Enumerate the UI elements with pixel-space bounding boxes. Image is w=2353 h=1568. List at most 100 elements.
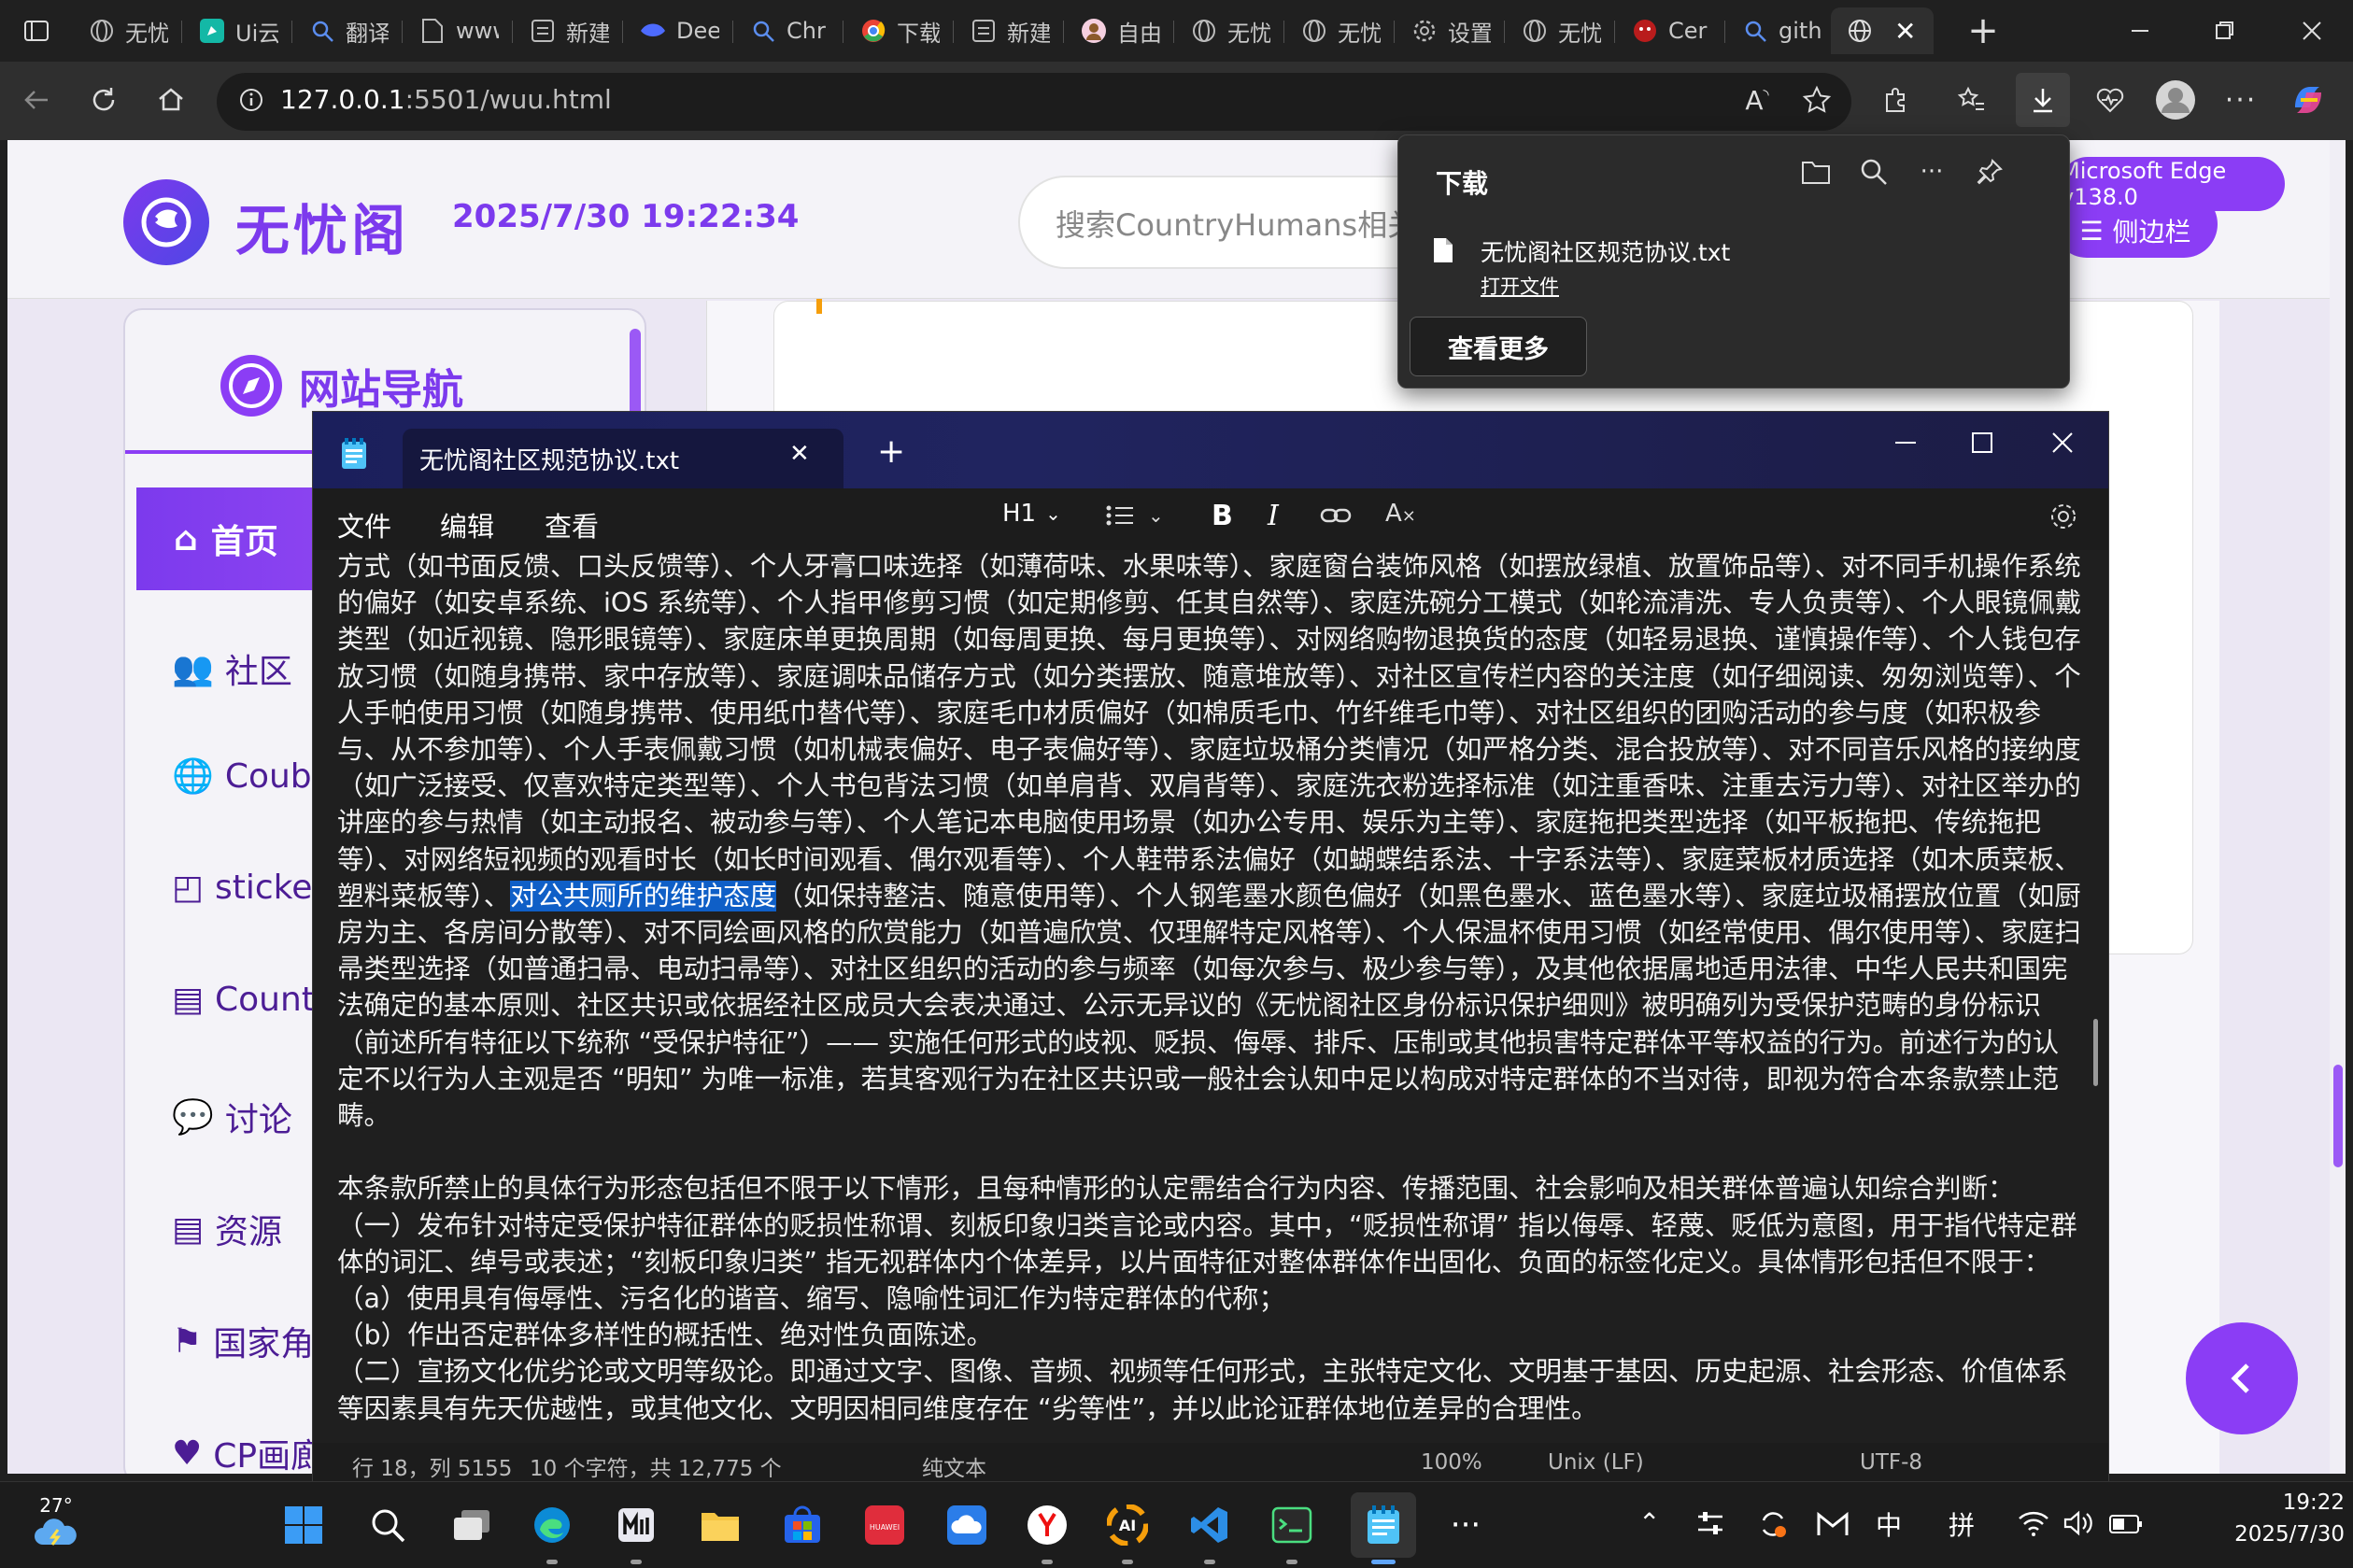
favorite-star-icon[interactable] (1793, 77, 1840, 123)
site-logo[interactable] (123, 179, 209, 265)
store-icon[interactable] (775, 1498, 829, 1552)
close-window-icon[interactable] (2289, 7, 2335, 54)
more-menu-icon[interactable]: ··· (2218, 77, 2264, 123)
zoom-level[interactable]: 100% (1421, 1450, 1482, 1475)
clear-formatting-icon[interactable]: A⨯ (1385, 500, 1416, 528)
browser-tab[interactable]: 新建 (514, 7, 618, 54)
browser-tab[interactable]: 翻译 (293, 7, 398, 54)
volume-icon[interactable] (2062, 1509, 2094, 1537)
favorites-list-icon[interactable] (1949, 77, 1995, 123)
ai-assistant-icon[interactable]: AI (1100, 1498, 1155, 1552)
close-tab-icon[interactable]: ✕ (789, 440, 810, 468)
url-text[interactable]: 127.0.0.1:5501/wuu.html (280, 84, 612, 115)
windows-start-icon[interactable] (276, 1498, 331, 1552)
nav-item-cp-gallery[interactable]: ♥ CP画廊 (172, 1429, 324, 1475)
tray-mail-icon[interactable] (1816, 1507, 1850, 1539)
back-floating-button[interactable] (2186, 1322, 2298, 1434)
show-hidden-icons-icon[interactable]: ⌃ (1638, 1507, 1660, 1538)
cloud-icon[interactable] (940, 1498, 994, 1552)
edge-icon[interactable] (525, 1498, 579, 1552)
line-ending[interactable]: Unix (LF) (1548, 1450, 1644, 1475)
restore-window-icon[interactable] (2201, 7, 2247, 54)
battery-icon[interactable] (2109, 1513, 2143, 1535)
vscode-icon[interactable] (1183, 1498, 1237, 1552)
search-icon[interactable] (1850, 148, 1897, 195)
link-icon[interactable] (1320, 505, 1352, 526)
open-file-link[interactable]: 打开文件 (1481, 272, 1559, 300)
browser-tab[interactable]: 无忧 (1175, 7, 1280, 54)
bold-icon[interactable]: B (1212, 500, 1233, 532)
profile-avatar[interactable] (2152, 77, 2199, 123)
huawei-icon[interactable]: HUAWEI (858, 1498, 912, 1552)
refresh-icon[interactable] (80, 77, 127, 123)
maximize-window-icon[interactable] (1968, 429, 1996, 457)
tray-sliders-icon[interactable] (1694, 1507, 1726, 1539)
open-folder-icon[interactable] (1793, 148, 1839, 195)
file-explorer-icon[interactable] (693, 1498, 747, 1552)
home-icon[interactable] (148, 77, 194, 123)
browser-tab[interactable]: 无忧 (1506, 7, 1610, 54)
browser-tab[interactable]: Ui云 (183, 7, 288, 54)
browser-tab[interactable]: 设置 (1396, 7, 1500, 54)
nav-item-discussion[interactable]: 💬 讨论 (172, 1093, 292, 1141)
task-view-icon[interactable] (445, 1498, 499, 1552)
encoding[interactable]: UTF-8 (1860, 1450, 1922, 1475)
back-arrow-icon[interactable] (13, 77, 60, 123)
nav-item-resources[interactable]: ▤ 资源 (172, 1205, 282, 1253)
browser-tab[interactable]: gith (1726, 7, 1831, 54)
copilot-icon[interactable] (2285, 77, 2332, 123)
browser-tab[interactable]: 无忧 (73, 7, 177, 54)
minimize-window-icon[interactable] (2117, 7, 2163, 54)
heading-dropdown[interactable]: H1 ⌄ (1002, 500, 1061, 528)
mail-icon[interactable] (609, 1498, 663, 1552)
browser-essentials-icon[interactable] (2087, 77, 2133, 123)
minimize-window-icon[interactable] (1892, 429, 1920, 457)
notepad-tab[interactable]: 无忧阁社区规范协议.txt (403, 429, 843, 488)
tray-clock-date[interactable]: 2025/7/30 (2233, 1522, 2345, 1547)
yandex-icon[interactable] (1020, 1498, 1074, 1552)
notepad-text-area[interactable]: 方式（如书面反馈、口头反馈等）、个人牙膏口味选择（如薄荷味、水果味等）、家庭窗台… (337, 548, 2084, 1427)
browser-tab[interactable]: 下载 (844, 7, 949, 54)
search-icon[interactable] (361, 1498, 415, 1552)
browser-tab[interactable]: www (404, 7, 508, 54)
terminal-icon[interactable] (1265, 1498, 1319, 1552)
settings-gear-icon[interactable] (2048, 501, 2078, 531)
close-window-icon[interactable] (2048, 429, 2077, 457)
nav-item-coub[interactable]: 🌐 Coub (172, 756, 312, 797)
browser-tab[interactable]: 新建 (955, 7, 1059, 54)
close-tab-icon[interactable]: ✕ (1894, 16, 1916, 47)
browser-tab-active[interactable]: ✕ (1831, 7, 1934, 54)
nav-item-community[interactable]: 👥 社区 (172, 644, 292, 693)
site-info-icon[interactable] (228, 77, 275, 123)
tray-clock-time[interactable]: 19:22 (2251, 1490, 2345, 1515)
browser-tab[interactable]: Chr (734, 7, 839, 54)
more-icon[interactable]: ··· (1439, 1498, 1493, 1552)
download-file-name[interactable]: 无忧阁社区规范协议.txt (1481, 234, 1730, 268)
list-dropdown[interactable]: ⌄ (1105, 503, 1164, 528)
notepad-scrollbar[interactable] (2093, 1019, 2098, 1086)
sync-icon[interactable] (1756, 1507, 1790, 1541)
more-options-icon[interactable]: ··· (1908, 148, 1955, 195)
browser-tab[interactable]: 无忧 (1285, 7, 1390, 54)
page-scrollbar[interactable] (2330, 140, 2346, 1474)
new-tab-button[interactable]: + (877, 432, 905, 471)
ime-chinese[interactable]: 中 (1876, 1505, 1902, 1543)
browser-tab[interactable]: Cer (1616, 7, 1721, 54)
downloads-icon[interactable] (2016, 73, 2070, 127)
browser-tab[interactable]: Dee (624, 7, 729, 54)
extensions-icon[interactable] (1872, 77, 1919, 123)
browser-tab[interactable]: 自由 (1065, 7, 1169, 54)
pin-icon[interactable] (1966, 148, 2013, 195)
ime-pinyin[interactable]: 拼 (1949, 1505, 1975, 1543)
see-more-button[interactable]: 查看更多 (1410, 317, 1587, 376)
menu-view[interactable]: 查看 (545, 505, 599, 544)
format-label[interactable]: 纯文本 (922, 1450, 986, 1482)
new-tab-button[interactable]: + (1960, 7, 2006, 54)
menu-edit[interactable]: 编辑 (440, 505, 494, 544)
read-aloud-icon[interactable]: A◝ (1734, 77, 1780, 123)
notepad-icon[interactable] (1351, 1492, 1416, 1558)
page-scroll-thumb[interactable] (2333, 1065, 2343, 1167)
wifi-icon[interactable] (2018, 1509, 2049, 1537)
tab-actions-icon[interactable] (13, 7, 60, 54)
italic-icon[interactable]: I (1268, 500, 1279, 532)
